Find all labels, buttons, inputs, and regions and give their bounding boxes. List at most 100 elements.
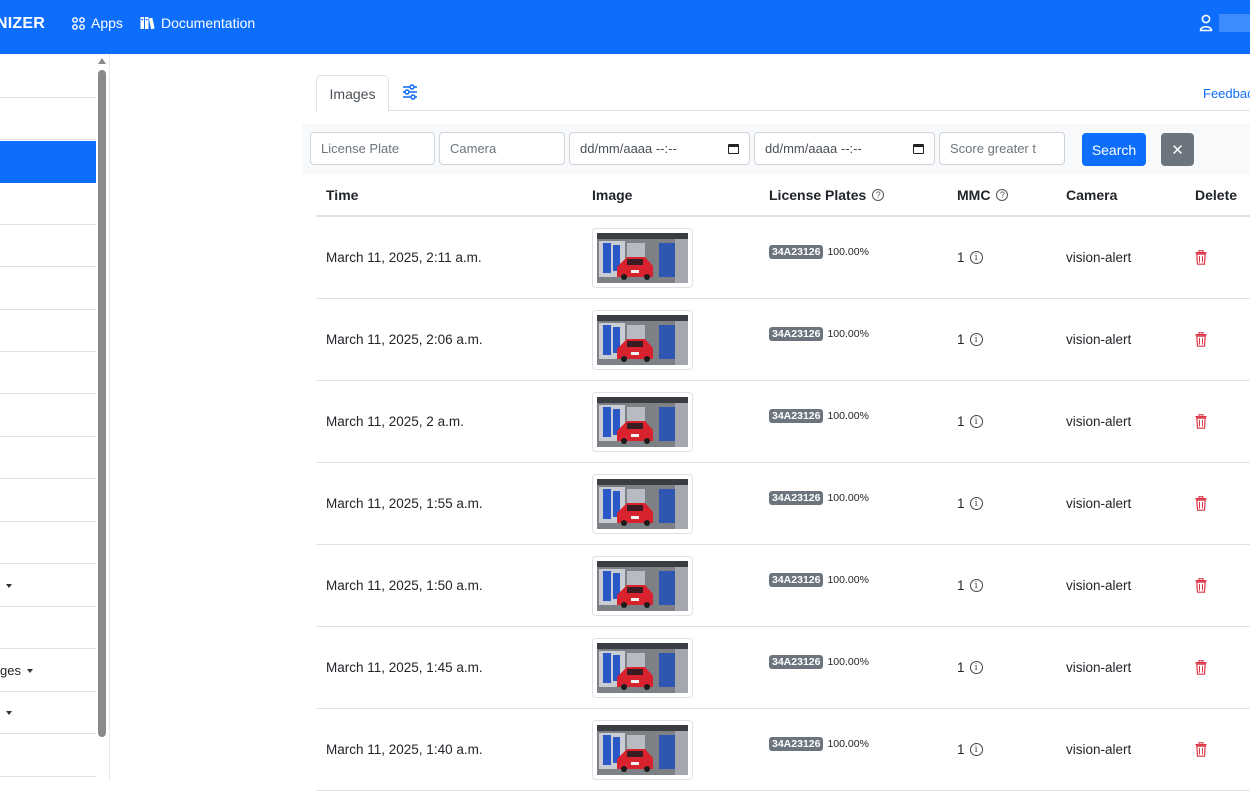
info-icon[interactable]: i (969, 497, 983, 510)
grid-icon (72, 16, 85, 30)
camera-cell: vision-alert (1066, 660, 1132, 675)
license-plate-badge[interactable]: 34A23126 (769, 327, 824, 341)
car-photo-thumbnail (597, 643, 688, 693)
table-row: March 11, 2025, 2:11 a.m. 34A23126 100.0… (316, 217, 1250, 299)
sidebar-item-images-dropdown[interactable]: ges (0, 650, 96, 692)
time-cell: March 11, 2025, 1:55 a.m. (326, 496, 483, 511)
clear-filters-button[interactable]: ✕ (1161, 133, 1194, 166)
sidebar-item-dropdown[interactable] (0, 692, 96, 734)
car-photo-thumbnail (597, 233, 688, 283)
sidebar-item[interactable] (0, 56, 96, 98)
feedback-link[interactable]: Feedbac (1203, 86, 1250, 101)
license-plate-cell: 34A23126 100.00% (769, 573, 869, 587)
sidebar-item[interactable] (0, 225, 96, 267)
calendar-icon[interactable] (728, 143, 739, 154)
brand-logo[interactable]: NIZER (0, 15, 45, 33)
info-icon[interactable]: i (969, 415, 983, 428)
sidebar-item-active[interactable] (0, 141, 96, 183)
trash-icon[interactable] (1195, 660, 1207, 675)
nav-apps-link[interactable]: Apps (72, 15, 123, 31)
sidebar-item[interactable] (0, 480, 96, 522)
date-to-input[interactable]: dd/mm/aaaa --:-- (754, 132, 935, 165)
camera-input[interactable]: Camera (439, 132, 565, 165)
user-icon[interactable] (1199, 14, 1215, 32)
scroll-thumb[interactable] (98, 70, 106, 737)
sidebar-item[interactable] (0, 98, 96, 140)
help-icon[interactable]: ? (872, 189, 885, 201)
sidebar-item[interactable] (0, 522, 96, 564)
license-plate-badge[interactable]: 34A23126 (769, 655, 824, 669)
sidebar-item[interactable] (0, 310, 96, 352)
license-plate-badge[interactable]: 34A23126 (769, 573, 824, 587)
sidebar-item-dropdown[interactable] (0, 565, 96, 607)
score-input[interactable]: Score greater t (939, 132, 1065, 165)
sliders-icon[interactable] (402, 84, 418, 100)
sidebar-item[interactable] (0, 352, 96, 394)
trash-icon[interactable] (1195, 250, 1207, 265)
nav-documentation-label: Documentation (161, 15, 256, 31)
car-photo-thumbnail (597, 561, 688, 611)
license-plate-cell: 34A23126 100.00% (769, 409, 869, 423)
scroll-up-arrow-icon[interactable] (98, 58, 106, 64)
sidebar-item[interactable] (0, 183, 96, 225)
license-plate-badge[interactable]: 34A23126 (769, 737, 824, 751)
info-icon[interactable]: i (969, 579, 983, 592)
image-thumbnail[interactable] (592, 228, 693, 288)
camera-cell: vision-alert (1066, 332, 1132, 347)
info-icon[interactable]: i (969, 251, 983, 264)
sidebar-scrollbar[interactable] (98, 56, 107, 781)
info-icon[interactable]: i (969, 743, 983, 756)
caret-down-icon (6, 710, 12, 715)
plate-score: 100.00% (827, 656, 869, 668)
mmc-cell: 1 i (957, 332, 983, 347)
info-icon[interactable]: i (969, 333, 983, 346)
image-thumbnail[interactable] (592, 474, 693, 534)
table-row: March 11, 2025, 2 a.m. 34A23126 100.00% … (316, 381, 1250, 463)
time-cell: March 11, 2025, 2 a.m. (326, 414, 464, 429)
tab-bar: Images (316, 75, 1250, 112)
sidebar-item[interactable] (0, 607, 96, 649)
plate-score: 100.00% (827, 574, 869, 586)
mmc-cell: 1 i (957, 496, 983, 511)
sidebar-item[interactable] (0, 268, 96, 310)
trash-icon[interactable] (1195, 332, 1207, 347)
calendar-icon[interactable] (913, 143, 924, 154)
license-plate-badge[interactable]: 34A23126 (769, 245, 824, 259)
camera-cell: vision-alert (1066, 414, 1132, 429)
license-plate-input[interactable]: License Plate (310, 132, 435, 165)
image-thumbnail[interactable] (592, 638, 693, 698)
nav-apps-label: Apps (91, 15, 123, 31)
info-icon[interactable]: i (969, 661, 983, 674)
header-delete: Delete (1195, 187, 1238, 203)
header-time[interactable]: Time (326, 187, 358, 203)
mmc-cell: 1 i (957, 250, 983, 265)
trash-icon[interactable] (1195, 496, 1207, 511)
car-photo-thumbnail (597, 479, 688, 529)
image-thumbnail[interactable] (592, 720, 693, 780)
mmc-count: 1 (957, 250, 965, 265)
image-thumbnail[interactable] (592, 556, 693, 616)
table-row: March 11, 2025, 1:40 a.m. 34A23126 100.0… (316, 709, 1250, 791)
tab-images[interactable]: Images (316, 75, 389, 112)
image-thumbnail[interactable] (592, 310, 693, 370)
trash-icon[interactable] (1195, 414, 1207, 429)
user-name-badge[interactable] (1219, 14, 1250, 32)
trash-icon[interactable] (1195, 578, 1207, 593)
sidebar-item[interactable] (0, 437, 96, 479)
mmc-count: 1 (957, 660, 965, 675)
help-icon[interactable]: ? (996, 189, 1009, 201)
header-license-plates: License Plates? (769, 187, 885, 203)
nav-documentation-link[interactable]: Documentation (140, 15, 255, 31)
search-button[interactable]: Search (1082, 133, 1146, 166)
sidebar-item[interactable] (0, 395, 96, 437)
sidebar-item[interactable] (0, 735, 96, 777)
header-image: Image (592, 187, 633, 203)
trash-icon[interactable] (1195, 742, 1207, 757)
plate-score: 100.00% (827, 410, 869, 422)
license-plate-badge[interactable]: 34A23126 (769, 491, 824, 505)
date-from-input[interactable]: dd/mm/aaaa --:-- (569, 132, 750, 165)
license-plate-badge[interactable]: 34A23126 (769, 409, 824, 423)
header-mmc: MMC? (957, 187, 1009, 203)
image-thumbnail[interactable] (592, 392, 693, 452)
table-row: March 11, 2025, 1:50 a.m. 34A23126 100.0… (316, 545, 1250, 627)
